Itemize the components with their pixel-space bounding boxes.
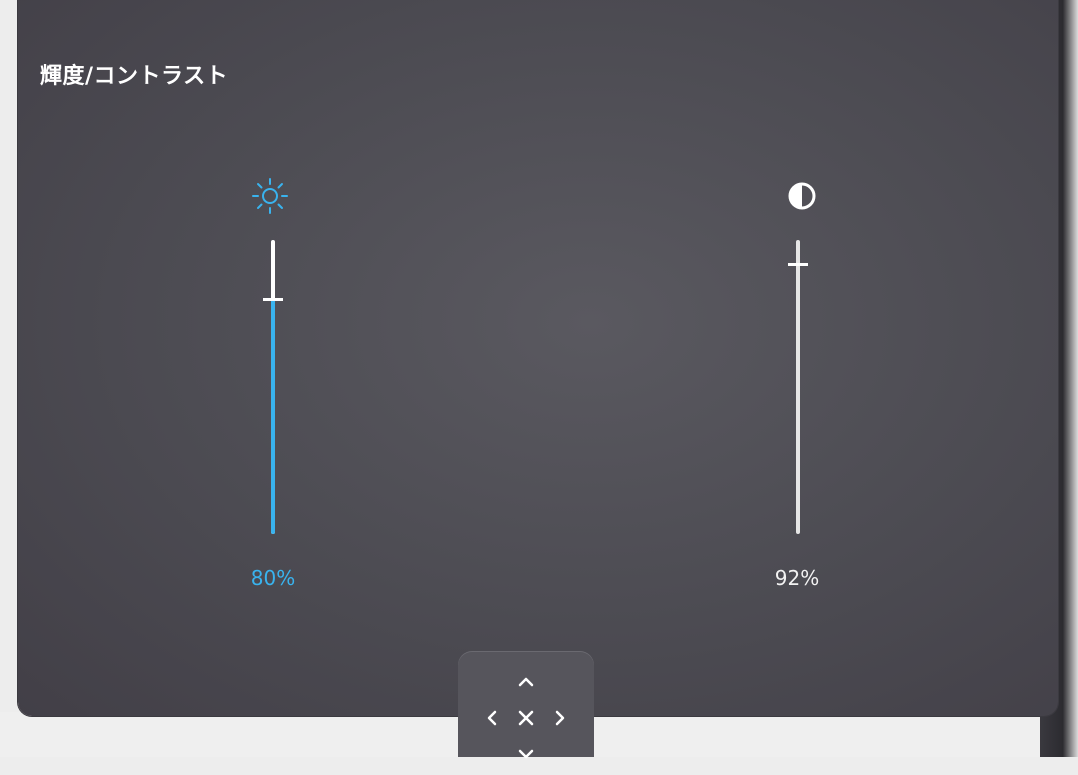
chevron-left-icon[interactable] [478, 704, 506, 732]
brightness-slider[interactable] [263, 240, 283, 534]
navigation-pad [458, 652, 594, 759]
contrast-slider[interactable] [788, 240, 808, 534]
contrast-value: 92% [774, 566, 820, 590]
brightness-slider-fill [271, 299, 275, 534]
contrast-slider-thumb[interactable] [788, 263, 808, 266]
contrast-icon [786, 180, 818, 212]
panel-title: 輝度/コントラスト [40, 64, 229, 89]
chevron-down-icon[interactable] [512, 740, 540, 768]
chevron-right-icon[interactable] [546, 704, 574, 732]
chevron-up-icon[interactable] [512, 668, 540, 696]
close-icon[interactable] [512, 704, 540, 732]
brightness-value: 80% [250, 566, 296, 590]
brightness-slider-thumb[interactable] [263, 298, 283, 301]
osd-panel: 輝度/コントラスト 80% 92% [18, 0, 1058, 716]
sun-icon [250, 176, 290, 216]
